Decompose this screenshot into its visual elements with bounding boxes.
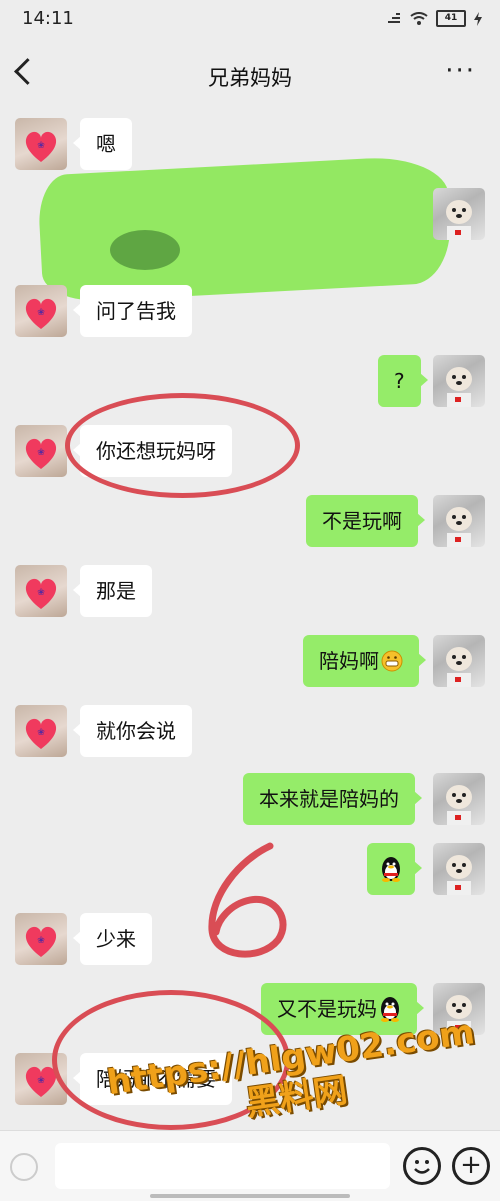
contact-avatar[interactable]: ❀ bbox=[15, 118, 67, 170]
self-avatar[interactable] bbox=[433, 188, 485, 240]
message-bubble[interactable] bbox=[367, 843, 422, 895]
home-indicator bbox=[150, 1194, 350, 1198]
svg-text:❀: ❀ bbox=[37, 936, 45, 946]
message-text: 又不是玩妈 bbox=[277, 997, 377, 1021]
grin-emoji-icon bbox=[381, 650, 403, 671]
self-avatar[interactable] bbox=[433, 773, 485, 825]
annotation-six: 6 bbox=[200, 840, 287, 958]
input-bar: + bbox=[0, 1130, 500, 1201]
contact-avatar[interactable]: ❀ bbox=[15, 425, 67, 477]
penguin-emoji-icon bbox=[382, 856, 400, 882]
svg-text:❀: ❀ bbox=[37, 448, 45, 458]
svg-text:❀: ❀ bbox=[37, 141, 45, 151]
self-avatar[interactable] bbox=[433, 355, 485, 407]
status-time: 14:11 bbox=[22, 8, 74, 29]
more-dots-icon[interactable]: ··· bbox=[445, 58, 476, 84]
contact-avatar[interactable]: ❀ bbox=[15, 913, 67, 965]
annotation-circle bbox=[65, 393, 300, 498]
chat-title: 兄弟妈妈 bbox=[208, 66, 292, 90]
battery-icon: 41 bbox=[436, 10, 466, 27]
charging-icon bbox=[474, 11, 482, 26]
message-bubble[interactable]: 少来 bbox=[73, 913, 152, 965]
wifi-icon bbox=[410, 11, 428, 25]
message-bubble[interactable]: 嗯 bbox=[73, 118, 132, 170]
status-bar: 14:11 41 bbox=[0, 0, 500, 40]
penguin-emoji-icon bbox=[381, 996, 399, 1022]
emoji-icon[interactable] bbox=[403, 1147, 441, 1185]
message-bubble[interactable]: 就你会说 bbox=[73, 705, 192, 757]
svg-text:6: 6 bbox=[200, 840, 201, 841]
self-avatar[interactable] bbox=[433, 843, 485, 895]
contact-avatar[interactable]: ❀ bbox=[15, 565, 67, 617]
plus-icon[interactable]: + bbox=[452, 1147, 490, 1185]
message-bubble[interactable]: 问了告我 bbox=[73, 285, 192, 337]
redaction-scribble-dark bbox=[110, 230, 180, 270]
message-input[interactable] bbox=[55, 1143, 390, 1189]
svg-text:❀: ❀ bbox=[37, 1076, 45, 1086]
chat-header: 兄弟妈妈 ··· bbox=[0, 40, 500, 110]
self-avatar[interactable] bbox=[433, 635, 485, 687]
message-bubble[interactable]: 那是 bbox=[73, 565, 152, 617]
message-bubble[interactable]: ? bbox=[378, 355, 428, 407]
message-bubble[interactable]: 陪妈啊 bbox=[303, 635, 426, 687]
redaction-scribble bbox=[36, 154, 454, 304]
svg-text:❀: ❀ bbox=[37, 728, 45, 738]
self-avatar[interactable] bbox=[433, 495, 485, 547]
svg-text:❀: ❀ bbox=[37, 588, 45, 598]
signal-icon bbox=[388, 12, 400, 23]
message-bubble[interactable]: 本来就是陪妈的 bbox=[243, 773, 422, 825]
voice-icon[interactable] bbox=[10, 1153, 38, 1181]
svg-text:❀: ❀ bbox=[37, 308, 45, 318]
contact-avatar[interactable]: ❀ bbox=[15, 705, 67, 757]
message-bubble[interactable]: 不是玩啊 bbox=[306, 495, 425, 547]
contact-avatar[interactable]: ❀ bbox=[15, 285, 67, 337]
message-text: 陪妈啊 bbox=[319, 649, 379, 673]
status-icons: 41 bbox=[386, 10, 482, 27]
